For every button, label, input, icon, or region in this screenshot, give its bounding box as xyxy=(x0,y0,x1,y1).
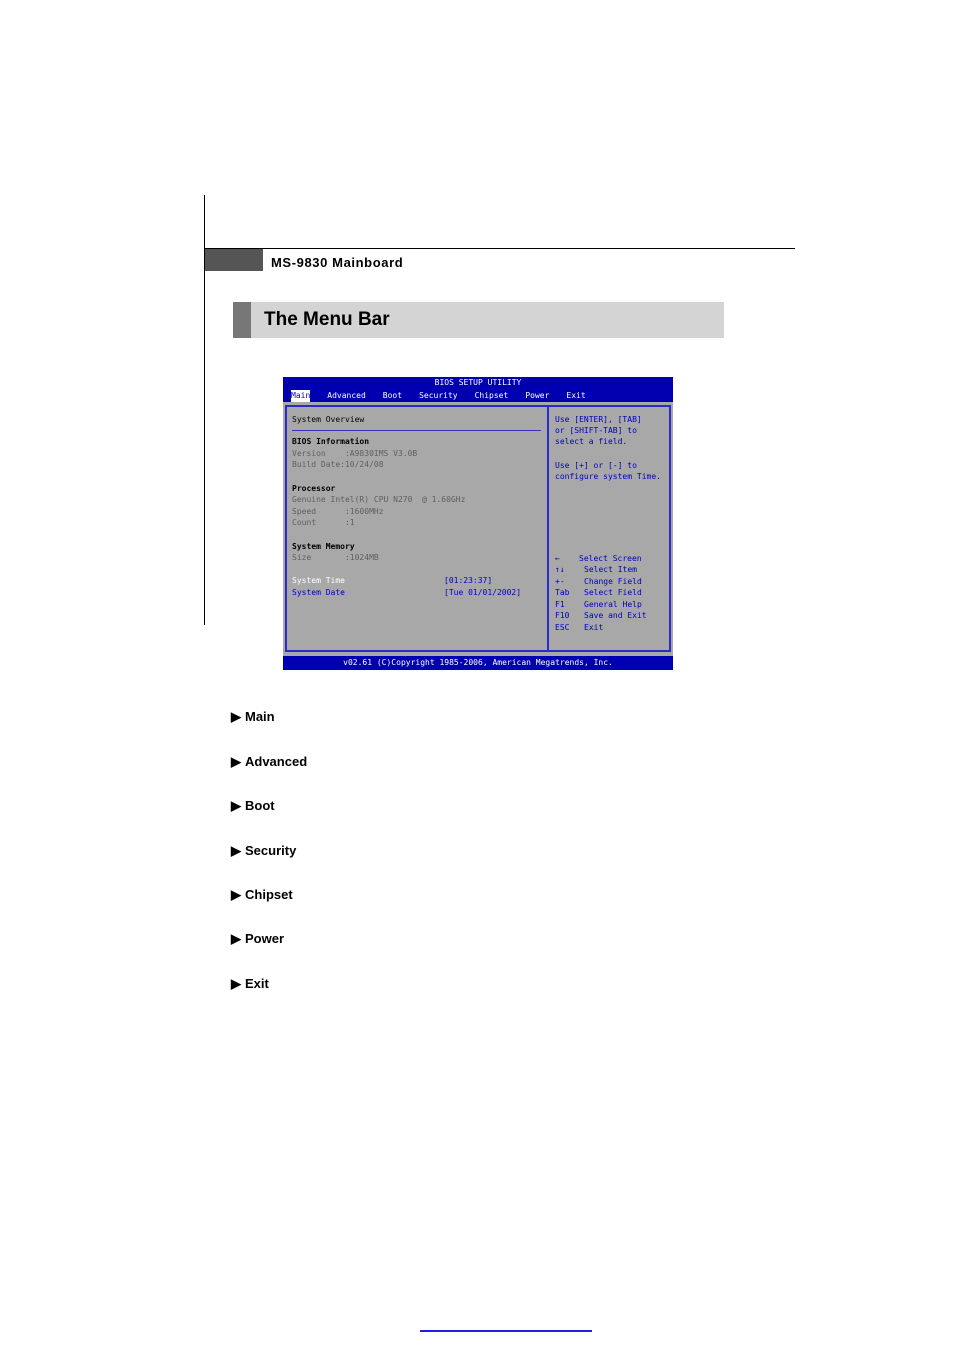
bios-key-desc: Save and Exit xyxy=(584,611,647,620)
bios-help-line: Use [+] or [-] to xyxy=(555,461,637,470)
bios-copyright: v02.61 (C)Copyright 1985-2006, American … xyxy=(283,656,673,670)
bios-system-date-label[interactable]: System Date xyxy=(292,587,345,598)
bios-tab-chipset[interactable]: Chipset xyxy=(475,390,509,402)
arrow-right-icon: ▶ xyxy=(231,931,241,946)
bios-tab-bar: Main Advanced Boot Security Chipset Powe… xyxy=(291,390,603,402)
bios-help-line: select a field. xyxy=(555,437,628,446)
menu-item-label: Boot xyxy=(245,798,275,813)
footer-link-underline[interactable] xyxy=(420,1330,592,1332)
bios-key-desc: Exit xyxy=(584,623,604,632)
arrow-right-icon: ▶ xyxy=(231,976,241,991)
menu-item-label: Power xyxy=(245,931,285,946)
bios-screenshot: BIOS SETUP UTILITY Main Advanced Boot Se… xyxy=(283,377,673,670)
arrow-right-icon: ▶ xyxy=(231,709,241,724)
bios-processor-heading: Processor xyxy=(292,484,336,493)
bios-system-time-value[interactable]: [01:23:37] xyxy=(444,575,492,586)
bios-key: ESC xyxy=(555,623,570,632)
bios-tab-power[interactable]: Power xyxy=(525,390,549,402)
menu-item-main: ▶ Main xyxy=(231,709,275,725)
bios-key: F10 xyxy=(555,611,570,620)
bios-key-desc: Select Field xyxy=(584,588,642,597)
bios-title: BIOS SETUP UTILITY xyxy=(434,378,522,387)
bios-help-line: or [SHIFT-TAB] to xyxy=(555,426,637,435)
bios-overview-heading: System Overview xyxy=(292,415,365,424)
bios-key-desc: Select Item xyxy=(584,565,637,574)
menu-item-label: Exit xyxy=(245,976,269,991)
bios-help-line: Use [ENTER], [TAB] xyxy=(555,415,642,424)
bios-processor-count: Count :1 xyxy=(292,518,355,527)
bios-key: ← xyxy=(555,554,560,563)
menu-item-chipset: ▶ Chipset xyxy=(231,887,293,903)
bios-processor-speed: Speed :1600MHz xyxy=(292,507,384,516)
bios-build-date: Build Date:10/24/08 xyxy=(292,460,384,469)
menu-item-exit: ▶ Exit xyxy=(231,976,269,992)
header-block xyxy=(205,249,263,271)
bios-tab-exit[interactable]: Exit xyxy=(566,390,585,402)
bios-tab-advanced[interactable]: Advanced xyxy=(327,390,366,402)
bios-version: Version :A9830IMS V3.0B xyxy=(292,449,418,458)
menu-item-security: ▶ Security xyxy=(231,843,296,859)
bios-tab-boot[interactable]: Boot xyxy=(383,390,402,402)
bios-key: ↑↓ xyxy=(555,565,565,574)
menu-item-label: Security xyxy=(245,843,297,858)
bios-system-date-value[interactable]: [Tue 01/01/2002] xyxy=(444,587,521,598)
bios-key-desc: General Help xyxy=(584,600,642,609)
bios-info-heading: BIOS Information xyxy=(292,437,370,446)
menu-item-label: Advanced xyxy=(245,754,308,769)
bios-processor-name: Genuine Intel(R) CPU N270 @ 1.60GHz xyxy=(292,495,466,504)
arrow-right-icon: ▶ xyxy=(231,798,241,813)
arrow-right-icon: ▶ xyxy=(231,754,241,769)
menu-item-boot: ▶ Boot xyxy=(231,798,275,814)
bios-system-time-label[interactable]: System Time xyxy=(292,575,345,586)
bios-memory-heading: System Memory xyxy=(292,542,355,551)
section-title: The Menu Bar xyxy=(264,309,390,330)
arrow-right-icon: ▶ xyxy=(231,887,241,902)
bios-memory-size: Size :1024MB xyxy=(292,553,379,562)
bios-tab-main[interactable]: Main xyxy=(291,390,311,402)
menu-item-label: Main xyxy=(245,709,275,724)
running-header: MS-9830 Mainboard xyxy=(271,255,404,270)
bios-overview-underline xyxy=(292,430,541,431)
bios-key: F1 xyxy=(555,600,565,609)
section-title-accent xyxy=(233,302,251,338)
arrow-right-icon: ▶ xyxy=(231,843,241,858)
menu-item-power: ▶ Power xyxy=(231,931,284,947)
bios-key-desc: Select Screen xyxy=(579,554,642,563)
bios-key: Tab xyxy=(555,588,570,597)
menu-item-label: Chipset xyxy=(245,887,293,902)
menu-item-advanced: ▶ Advanced xyxy=(231,754,307,770)
bios-tab-security[interactable]: Security xyxy=(419,390,458,402)
header-rule xyxy=(205,248,795,249)
bios-help-line: configure system Time. xyxy=(555,472,661,481)
bios-panel-separator xyxy=(547,405,549,652)
bios-key: +- xyxy=(555,577,565,586)
bios-key-desc: Change Field xyxy=(584,577,642,586)
